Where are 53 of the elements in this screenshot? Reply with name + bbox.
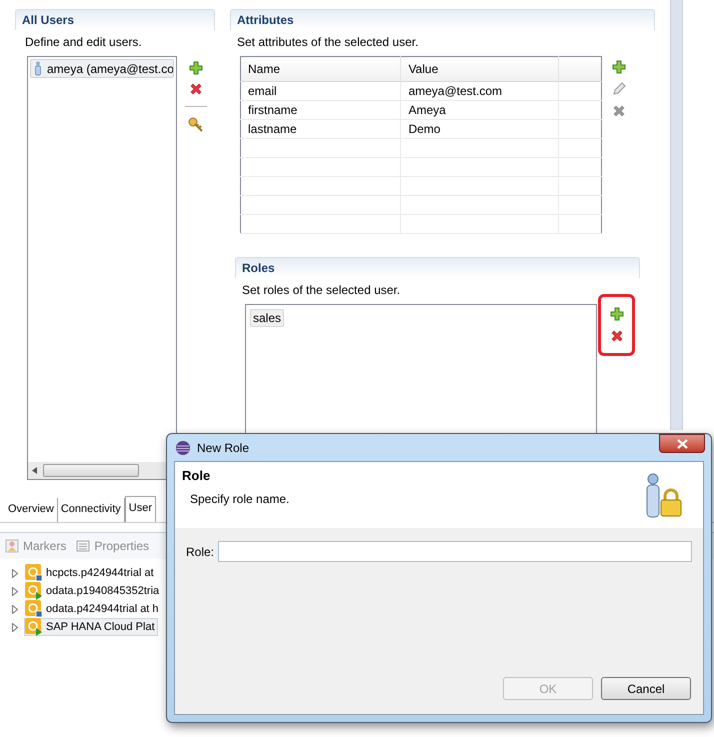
server-item[interactable]: odata.p1940845352tria — [24, 582, 162, 600]
view-tab-label: Markers — [23, 538, 66, 555]
scroll-left-icon[interactable] — [32, 467, 37, 474]
add-icon[interactable] — [612, 60, 626, 74]
column-header[interactable]: Name — [240, 56, 401, 82]
close-button[interactable] — [659, 434, 705, 453]
user-item[interactable]: ameya (ameya@test.co — [30, 59, 174, 78]
role-item[interactable]: sales — [250, 309, 284, 327]
section-header: Attributes — [230, 9, 655, 30]
key-icon[interactable] — [188, 117, 204, 133]
dialog-heading: Role — [182, 467, 212, 485]
view-tab-label: Properties — [94, 538, 150, 555]
section-description: Set roles of the selected user. — [242, 282, 402, 298]
dialog-title: New Role — [197, 440, 250, 456]
table-cell: ameya@test.com — [400, 82, 558, 100]
table-cell: Ameya — [400, 100, 558, 120]
role-input[interactable] — [218, 541, 692, 562]
field-label: Role: — [186, 544, 214, 560]
server-icon — [25, 600, 43, 618]
properties-icon — [76, 539, 90, 553]
dialog-message: Specify role name. — [190, 491, 290, 508]
section-description: Set attributes of the selected user. — [237, 34, 420, 50]
remove-icon[interactable] — [610, 329, 624, 343]
section-header: All Users — [15, 9, 215, 30]
close-icon — [676, 438, 688, 448]
section-description: Define and edit users. — [25, 34, 143, 50]
server-label: hcpcts.p424944trial at — [46, 566, 154, 581]
section-header: Roles — [235, 257, 640, 278]
eclipse-icon — [175, 440, 191, 456]
server-icon — [25, 582, 43, 600]
table-cell: firstname — [240, 100, 401, 120]
user-label: ameya (ameya@test.co — [47, 60, 173, 77]
server-icon — [25, 564, 43, 582]
markers-icon — [5, 539, 19, 553]
server-item[interactable]: SAP HANA Cloud Plat — [24, 618, 158, 636]
add-icon[interactable] — [610, 307, 624, 321]
person-icon — [34, 61, 42, 76]
server-item[interactable]: hcpcts.p424944trial at — [24, 564, 157, 582]
vertical-scrollbar[interactable] — [670, 0, 683, 430]
table-cell: Demo — [400, 120, 558, 138]
editor-tab[interactable]: User — [124, 496, 156, 522]
dialog-button[interactable]: Cancel — [601, 677, 691, 700]
server-label: odata.p424944trial at h — [46, 602, 159, 617]
scroll-thumb[interactable] — [43, 464, 139, 477]
server-label: SAP HANA Cloud Plat — [46, 620, 155, 635]
column-header[interactable]: Value — [400, 56, 558, 82]
table-cell: lastname — [240, 120, 401, 138]
add-icon[interactable] — [189, 61, 203, 75]
server-label: odata.p1940845352tria — [46, 584, 160, 599]
server-icon — [25, 618, 43, 636]
remove-icon[interactable] — [189, 82, 203, 96]
server-item[interactable]: odata.p424944trial at h — [24, 600, 162, 618]
table-cell: email — [240, 82, 401, 100]
